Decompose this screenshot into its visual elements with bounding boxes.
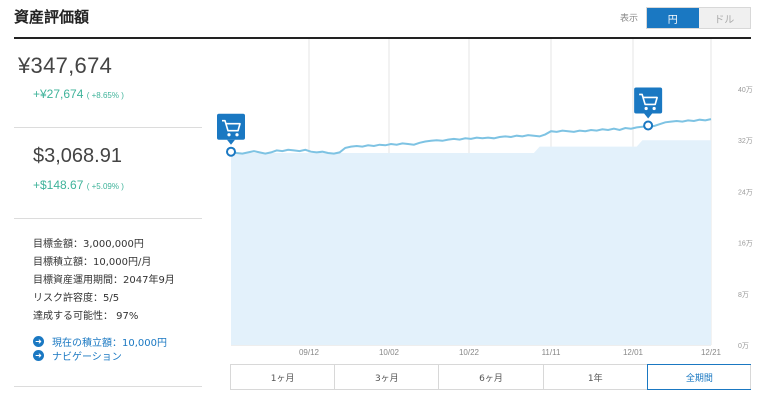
change-usd-percent: ( +5.09% )	[86, 182, 124, 191]
summary-divider	[14, 218, 202, 219]
y-tick-label: 8万	[738, 291, 749, 299]
goal-risk-tolerance: リスク許容度：5/5	[33, 293, 120, 304]
display-toggle-label: 表示	[620, 14, 639, 24]
x-tick-label: 12/01	[623, 348, 644, 357]
goal-period: 目標資産運用期間：2047年9月	[33, 275, 175, 286]
goal-monthly-contribution: 目標積立額：10,000円/月	[33, 257, 152, 268]
range-tab-1-month[interactable]: 1ヶ月	[231, 365, 336, 389]
goal-list: 目標金額：3,000,000円 目標積立額：10,000円/月 目標資産運用期間…	[33, 236, 175, 326]
purchase-marker-cart-icon[interactable]	[217, 113, 245, 157]
change-yen-amount: +¥27,674	[33, 87, 84, 101]
y-tick-label: 24万	[738, 188, 753, 196]
y-tick-label: 0万	[738, 342, 749, 350]
navigation-label: ナビゲーション	[52, 352, 122, 363]
arrow-right-icon: ➜	[33, 350, 44, 361]
summary-divider	[14, 386, 202, 387]
change-usd: +$148.67 ( +5.09% )	[33, 178, 124, 192]
change-yen-percent: ( +8.65% )	[86, 91, 124, 100]
range-tab-6-months[interactable]: 6ヶ月	[439, 365, 544, 389]
asset-value-chart: 0万 8万 16万 24万 32万 40万 09/12 10/02 10/22 11/11 12/…	[217, 39, 753, 357]
x-tick-label: 09/12	[299, 348, 320, 357]
purchase-marker-cart-icon[interactable]	[634, 87, 663, 131]
current-contribution-link[interactable]: ➜ 現在の積立額：10,000円	[33, 334, 167, 349]
principal-area	[231, 140, 711, 345]
range-tab-3-months[interactable]: 3ヶ月	[335, 365, 440, 389]
total-value-usd: $3,068.91	[33, 145, 122, 167]
x-tick-label: 12/21	[701, 348, 722, 357]
goal-probability: 達成する可能性： 97%	[33, 311, 139, 322]
y-tick-label: 32万	[738, 137, 753, 145]
arrow-right-icon: ➜	[33, 336, 44, 347]
range-tab-1-year[interactable]: 1年	[544, 365, 648, 389]
currency-option-yen[interactable]: 円	[647, 8, 699, 28]
x-tick-label: 10/02	[379, 348, 400, 357]
currency-toggle: 円 ドル	[646, 7, 751, 29]
range-tabs: 1ヶ月 3ヶ月 6ヶ月 1年 全期間	[230, 364, 752, 390]
x-tick-label: 11/11	[542, 348, 561, 357]
total-value-yen: ¥347,674	[18, 53, 113, 78]
navigation-link[interactable]: ➜ ナビゲーション	[33, 348, 122, 363]
current-contribution-label: 現在の積立額：10,000円	[52, 338, 167, 349]
currency-option-dollar[interactable]: ドル	[698, 8, 750, 28]
change-usd-amount: +$148.67	[33, 178, 84, 192]
change-yen: +¥27,674 ( +8.65% )	[33, 87, 124, 101]
summary-divider	[14, 127, 202, 128]
y-tick-label: 40万	[738, 86, 753, 94]
goal-amount: 目標金額：3,000,000円	[33, 239, 144, 250]
page-title: 資産評価額	[14, 8, 90, 26]
y-tick-label: 16万	[738, 240, 753, 248]
x-tick-label: 10/22	[459, 348, 480, 357]
range-tab-all-time[interactable]: 全期間	[646, 364, 752, 390]
